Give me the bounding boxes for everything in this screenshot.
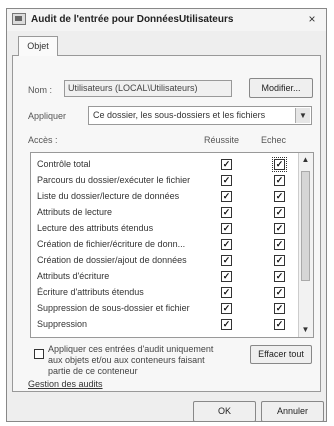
- permission-label: Contrôle total: [37, 159, 91, 169]
- failure-checkbox[interactable]: ✓: [274, 287, 285, 298]
- permission-row: Contrôle total ✓ ✓: [31, 157, 299, 173]
- failure-checkbox[interactable]: ✓: [274, 239, 285, 250]
- apply-only-checkbox[interactable]: [34, 349, 44, 359]
- permission-row: Suppression ✓ ✓: [31, 317, 299, 333]
- success-checkbox[interactable]: ✓: [221, 223, 232, 234]
- permission-row: Parcours du dossier/exécuter le fichier ✓…: [31, 173, 299, 189]
- name-field: Utilisateurs (LOCAL\Utilisateurs): [64, 80, 232, 97]
- permission-row: Attributs d'écriture ✓ ✓: [31, 269, 299, 285]
- success-checkbox[interactable]: ✓: [221, 207, 232, 218]
- permission-row: Liste du dossier/lecture de données ✓ ✓: [31, 189, 299, 205]
- permissions-list[interactable]: ▲ ▼ Contrôle total ✓ ✓ Parcours du dossier/…: [30, 152, 314, 338]
- success-column-header: Réussite: [204, 135, 240, 145]
- success-checkbox[interactable]: ✓: [221, 255, 232, 266]
- permission-label: Suppression: [37, 319, 88, 329]
- modify-button[interactable]: Modifier...: [249, 78, 313, 98]
- permission-label: Lecture des attributs étendus: [37, 223, 154, 233]
- success-checkbox[interactable]: ✓: [221, 159, 232, 170]
- permission-row: Suppression de sous-dossier et fichier ✓ ✓: [31, 301, 299, 317]
- window-title: Audit de l'entrée pour DonnéesUtilisateu…: [31, 14, 234, 25]
- permission-label: Création de fichier/écriture de donn...: [37, 239, 186, 249]
- failure-checkbox[interactable]: ✓: [274, 223, 285, 234]
- name-label: Nom :: [28, 85, 53, 95]
- manage-audits-link[interactable]: Gestion des audits: [28, 379, 103, 389]
- chevron-down-icon[interactable]: ▼: [295, 108, 310, 123]
- success-checkbox[interactable]: ✓: [221, 175, 232, 186]
- apply-only-text-line-1: Appliquer ces entrées d'audit uniquement: [48, 344, 214, 354]
- cancel-button[interactable]: Annuler: [261, 401, 324, 422]
- apply-to-select[interactable]: Ce dossier, les sous-dossiers et les fic…: [88, 106, 312, 125]
- success-checkbox[interactable]: ✓: [221, 239, 232, 250]
- permission-row: Attributs de lecture ✓ ✓: [31, 205, 299, 221]
- failure-checkbox[interactable]: ✓: [272, 157, 287, 172]
- permission-row: Création de fichier/écriture de donn... ✓…: [31, 237, 299, 253]
- audit-entry-dialog: Audit de l'entrée pour DonnéesUtilisateu…: [6, 8, 327, 422]
- permission-label: Attributs de lecture: [37, 207, 113, 217]
- scroll-down-arrow-icon[interactable]: ▼: [299, 323, 312, 337]
- permission-label: Liste du dossier/lecture de données: [37, 191, 180, 201]
- apply-label: Appliquer: [28, 111, 67, 121]
- failure-checkbox[interactable]: ✓: [274, 191, 285, 202]
- clear-all-button[interactable]: Effacer tout: [250, 345, 312, 364]
- permission-label: Création de dossier/ajout de données: [37, 255, 187, 265]
- failure-checkbox[interactable]: ✓: [274, 303, 285, 314]
- window-icon: [12, 13, 26, 25]
- apply-to-value: Ce dossier, les sous-dossiers et les fic…: [93, 110, 266, 120]
- apply-only-text-line-2: aux objets et/ou aux conteneurs faisant: [48, 355, 205, 365]
- scroll-thumb[interactable]: [301, 171, 310, 281]
- scroll-up-arrow-icon[interactable]: ▲: [299, 153, 312, 167]
- access-label: Accès :: [28, 135, 58, 145]
- failure-checkbox[interactable]: ✓: [274, 255, 285, 266]
- close-button[interactable]: ×: [305, 12, 319, 26]
- success-checkbox[interactable]: ✓: [221, 303, 232, 314]
- permission-label: Suppression de sous-dossier et fichier: [37, 303, 190, 313]
- permission-row: Écriture d'attributs étendus ✓ ✓: [31, 285, 299, 301]
- failure-checkbox[interactable]: ✓: [274, 175, 285, 186]
- failure-checkbox[interactable]: ✓: [274, 271, 285, 282]
- title-bar[interactable]: Audit de l'entrée pour DonnéesUtilisateu…: [7, 9, 326, 31]
- list-scrollbar[interactable]: ▲ ▼: [298, 153, 313, 337]
- success-checkbox[interactable]: ✓: [221, 271, 232, 282]
- failure-column-header: Echec: [261, 135, 287, 145]
- apply-only-text-line-3: partie de ce conteneur: [48, 366, 138, 376]
- failure-checkbox[interactable]: ✓: [274, 207, 285, 218]
- failure-checkbox[interactable]: ✓: [274, 319, 285, 330]
- success-checkbox[interactable]: ✓: [221, 319, 232, 330]
- tab-objet[interactable]: Objet: [18, 36, 58, 56]
- success-checkbox[interactable]: ✓: [221, 191, 232, 202]
- permission-label: Parcours du dossier/exécuter le fichier: [37, 175, 191, 185]
- permission-row: Lecture des attributs étendus ✓ ✓: [31, 221, 299, 237]
- permission-label: Écriture d'attributs étendus: [37, 287, 144, 297]
- permission-label: Attributs d'écriture: [37, 271, 110, 281]
- ok-button[interactable]: OK: [193, 401, 256, 422]
- permission-row: Création de dossier/ajout de données ✓ ✓: [31, 253, 299, 269]
- success-checkbox[interactable]: ✓: [221, 287, 232, 298]
